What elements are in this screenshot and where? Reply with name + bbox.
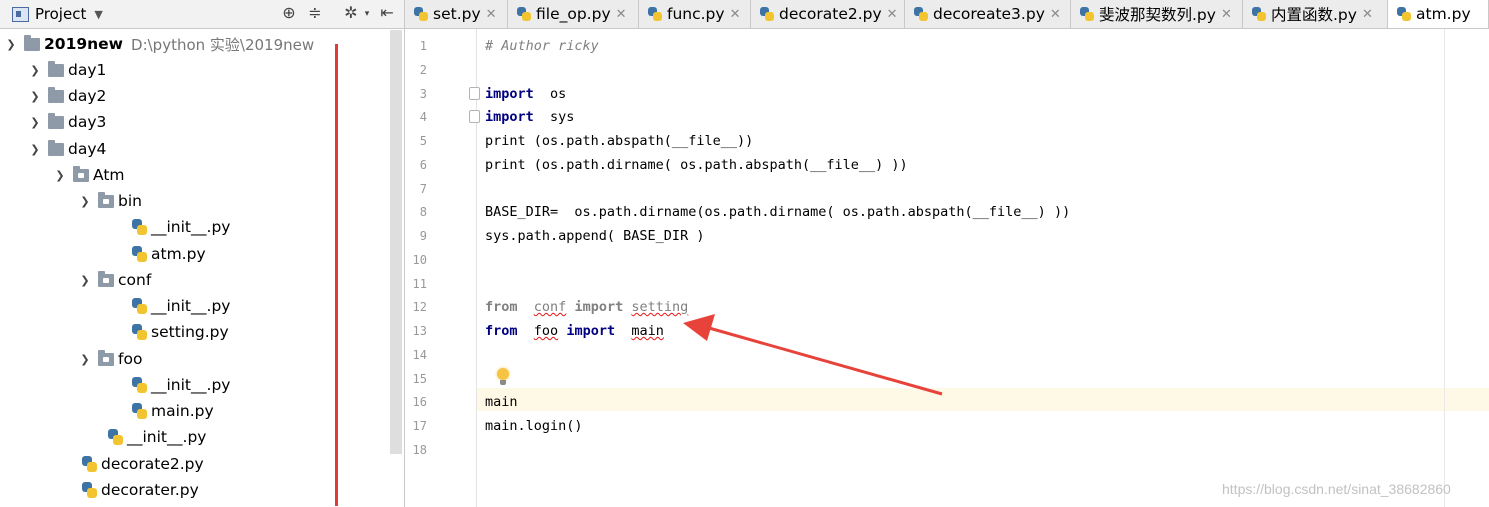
watermark: https://blog.csdn.net/sinat_38682860 (1222, 481, 1451, 497)
annotation-arrow (683, 314, 943, 396)
